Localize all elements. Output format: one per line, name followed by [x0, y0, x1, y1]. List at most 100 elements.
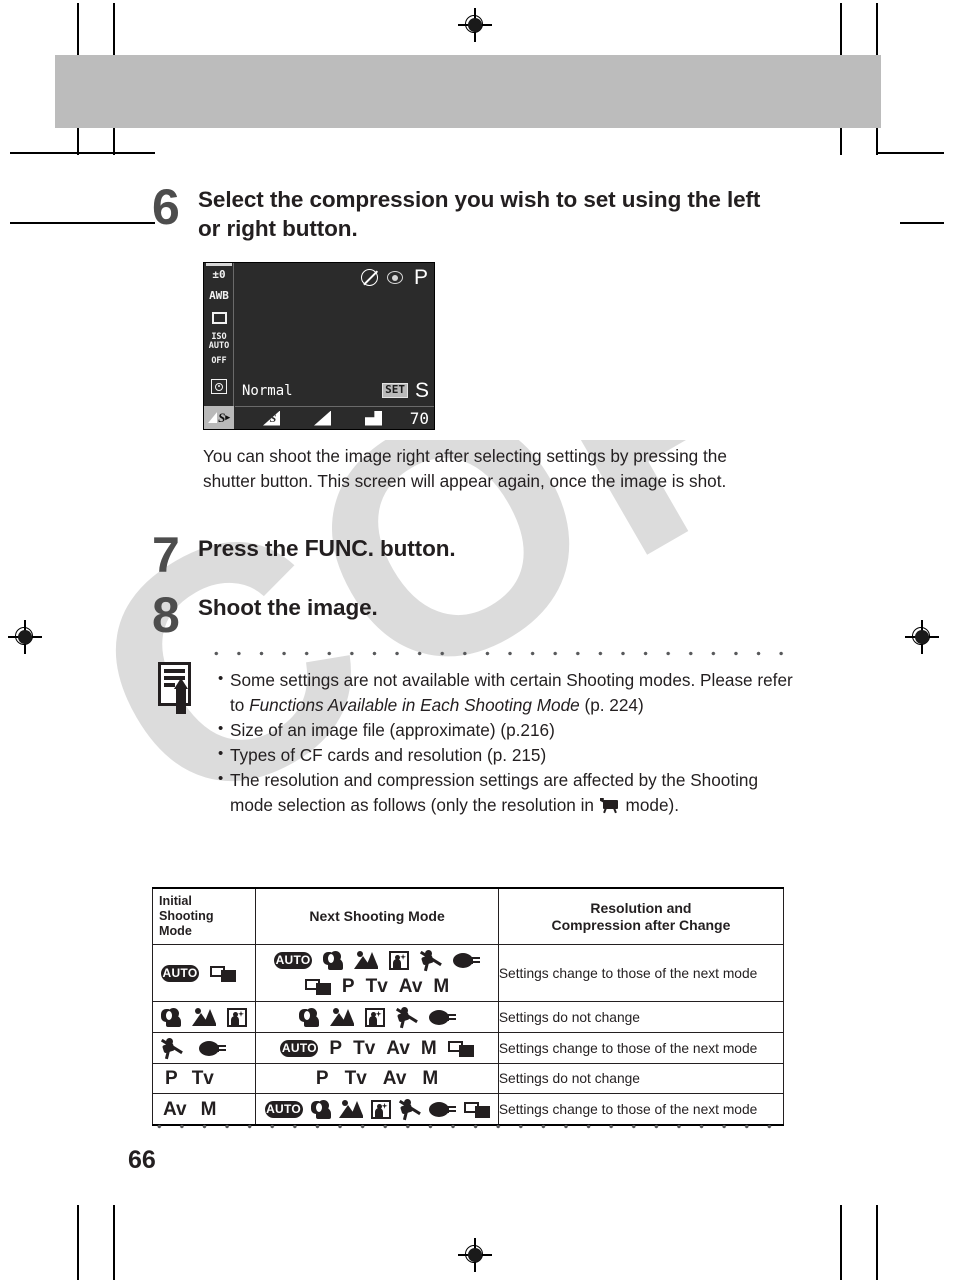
portrait-mode-icon [161, 1007, 181, 1027]
superfine-icon: S [263, 410, 280, 426]
tv-mode-label: Tv [191, 1068, 214, 1090]
landscape-mode-icon [192, 1008, 216, 1027]
flash-mode-icon: OFF [211, 356, 227, 366]
mode-icon-group: AUTO [153, 960, 255, 987]
fine-icon [314, 410, 331, 426]
red-eye-icon [386, 271, 403, 284]
func-button-label: FUNC. [304, 535, 374, 561]
note-text-part: mode). [620, 794, 680, 815]
table-cell-result: Settings do not change [497, 1001, 785, 1034]
flash-off-icon [360, 269, 378, 286]
av-mode-label: Av [386, 1037, 410, 1059]
auto-mode-icon: AUTO [274, 951, 313, 969]
normal-icon [365, 410, 382, 426]
lcd-compression-bar: S 70 [235, 406, 434, 429]
compression-rail-selected-icon: S ▸ [204, 406, 234, 429]
m-mode-label: M [200, 1098, 217, 1120]
note-text: Types of CF cards and resolution (p. 215… [230, 744, 547, 765]
table-header-next-mode: Next Shooting Mode [255, 887, 499, 946]
av-mode-label: Av [163, 1098, 187, 1120]
p-mode-label: P [165, 1068, 178, 1090]
table-cell-next: AUTO [255, 1093, 499, 1127]
lcd-resolution: S [414, 379, 429, 402]
iso-value: AUTO [208, 340, 230, 351]
camera-lcd-illustration: ±0 AWB ISO AUTO OFF S ▸ P Normal SET S S… [203, 262, 435, 430]
night-scene-mode-icon [227, 1007, 247, 1027]
chevron-right-icon: ▸ [225, 412, 230, 422]
stitch-assist-icon [210, 965, 236, 982]
table-row: Settings do not change [151, 1001, 785, 1034]
step-6-title: Select the compression you wish to set u… [198, 187, 761, 241]
movie-mode-icon [599, 797, 621, 813]
note-text: The resolution and compression settings … [230, 768, 798, 818]
table-row: AUTO AUTO P Tv Av M Settings change to t… [151, 944, 785, 1003]
digital-macro-mode-icon [199, 1040, 226, 1056]
table-cell-initial: AUTO [151, 944, 257, 1003]
sports-mode-icon [395, 1007, 418, 1029]
table-header-row: Initial Shooting Mode Next Shooting Mode… [151, 887, 785, 946]
table-row: P Tv P Tv Av M Settings do not change [151, 1063, 785, 1095]
step-7-number: 7 [152, 527, 180, 583]
night-scene-mode-icon [364, 1007, 385, 1027]
note-text-italic: Functions Available in Each Shooting Mod… [249, 694, 580, 715]
p-mode-label: P [329, 1037, 343, 1059]
step-8: 8 Shoot the image. [152, 587, 772, 643]
exposure-compensation-icon: ±0 [212, 268, 226, 281]
stitch-assist-icon [304, 978, 331, 996]
table-header-result-line2: Compression after Change [551, 916, 731, 933]
sports-mode-icon [161, 1038, 183, 1060]
mode-icon-group: AUTO [256, 1094, 498, 1124]
tv-mode-label: Tv [365, 976, 388, 998]
table-cell-result: Settings change to those of the next mod… [497, 1032, 785, 1065]
set-badge: SET [382, 383, 408, 398]
step-8-title: Shoot the image. [198, 595, 378, 620]
lcd-compression-label: Normal [242, 382, 293, 399]
mode-icon-group [153, 1033, 255, 1063]
note-pencil-icon [158, 662, 195, 714]
portrait-mode-icon [310, 1099, 331, 1119]
tv-mode-label: Tv [353, 1037, 376, 1059]
iso-icon: ISO AUTO [204, 333, 234, 350]
table-row: AUTO P Tv Av M Settings change to those … [151, 1032, 785, 1065]
portrait-mode-icon [298, 1007, 319, 1027]
portrait-mode-icon [323, 950, 344, 970]
table-cell-initial: P Tv [151, 1063, 257, 1095]
mode-icon-group: AUTO P Tv Av M [256, 945, 498, 1001]
page-content: 6 Select the compression you wish to set… [0, 0, 954, 1283]
notes-list: • Some settings are not available with c… [218, 668, 798, 818]
table-cell-next: P Tv Av M [255, 1063, 499, 1095]
mode-icon-group: AUTO P Tv Av M [256, 1034, 498, 1063]
table-cell-initial [151, 1032, 257, 1065]
mode-icon-group: P Tv Av M [256, 1064, 498, 1093]
bullet-icon: • [218, 719, 224, 737]
table-cell-result: Settings change to those of the next mod… [497, 944, 785, 1003]
m-mode-label: M [422, 1068, 439, 1090]
note-text: Some settings are not available with cer… [230, 668, 798, 718]
landscape-mode-icon [329, 1008, 354, 1027]
mode-icon-group: Av M [153, 1095, 255, 1124]
note-text: Size of an image file (approximate) (p.2… [230, 719, 555, 740]
av-mode-label: Av [398, 976, 423, 998]
table-cell-next [255, 1001, 499, 1034]
av-mode-label: Av [382, 1068, 407, 1090]
stitch-assist-icon [447, 1040, 474, 1057]
lcd-left-rail: ±0 AWB ISO AUTO OFF S ▸ [204, 263, 234, 429]
landscape-mode-icon [338, 1100, 363, 1119]
night-scene-mode-icon [389, 950, 410, 970]
table-cell-next: AUTO P Tv Av M [255, 944, 499, 1003]
list-item: • The resolution and compression setting… [218, 768, 798, 818]
note-text-part: (p. 224) [579, 694, 644, 715]
night-scene-mode-icon [370, 1099, 391, 1119]
sports-mode-icon [420, 950, 442, 972]
table-header-initial-mode: Initial Shooting Mode [151, 887, 257, 946]
table-cell-result: Settings do not change [497, 1063, 785, 1095]
shooting-mode-table: Initial Shooting Mode Next Shooting Mode… [151, 887, 785, 1127]
mode-icon-group [256, 1002, 498, 1032]
list-item: • Size of an image file (approximate) (p… [218, 718, 798, 743]
step-7: 7 Press the FUNC. button. [152, 527, 772, 583]
shots-remaining: 70 [409, 408, 429, 428]
p-mode-label: P [341, 976, 355, 998]
p-mode-label: P [315, 1068, 329, 1090]
step-8-number: 8 [152, 587, 180, 643]
mode-icon-group: P Tv [153, 1064, 255, 1093]
